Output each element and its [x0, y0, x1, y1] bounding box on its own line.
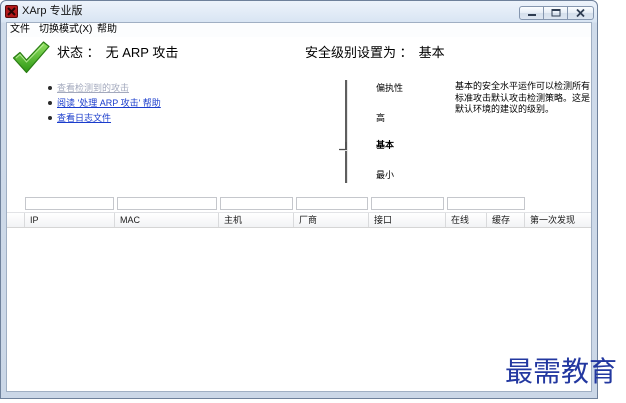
minimize-icon	[528, 14, 536, 16]
description-line: 默认环境的建议的级别。	[455, 104, 555, 114]
app-window: XArp 专业版 文件 切换模式(X) 帮助 状态 ： 无 ARP 攻击 安全级…	[0, 0, 598, 399]
filter-online-input[interactable]	[447, 197, 525, 210]
filter-vendor-input[interactable]	[296, 197, 368, 210]
link-item-view-log: 查看日志文件	[48, 112, 188, 124]
level-label-paranoid: 偏执性	[376, 83, 404, 93]
menu-switch-mode[interactable]: 切换模式(X)	[39, 24, 92, 36]
link-item-read-help: 阅读 '处理 ARP 攻击' 帮助	[48, 97, 188, 109]
maximize-icon	[551, 9, 561, 17]
column-header-select[interactable]	[7, 213, 25, 227]
watermark-text: 最需教育	[505, 355, 618, 388]
status-line: 状态 ： 无 ARP 攻击	[57, 45, 178, 61]
description-line: 基本的安全水平运作可以检测所有	[455, 81, 591, 91]
column-header-online[interactable]: 在线	[446, 213, 487, 227]
bullet-icon	[48, 101, 52, 105]
close-button[interactable]	[567, 6, 594, 20]
xarp-app-icon[interactable]	[5, 5, 18, 18]
menu-file[interactable]: 文件	[10, 24, 30, 36]
view-detected-attacks-link: 查看检测到的攻击	[57, 83, 130, 93]
column-header-vendor[interactable]: 厂商	[294, 213, 369, 227]
level-label-minimal: 最小	[376, 170, 395, 180]
security-level-description: 基本的安全水平运作可以检测所有 标准攻击默认攻击检测策略。这是 默认环境的建议的…	[455, 81, 591, 116]
checkmark-icon	[12, 41, 50, 74]
column-header-first-seen[interactable]: 第一次发现	[525, 213, 591, 227]
bullet-icon	[48, 116, 52, 120]
slider-thumb[interactable]	[338, 140, 352, 152]
maximize-button[interactable]	[543, 6, 568, 20]
security-level-line: 安全级别设置为 ： 基本	[305, 45, 445, 61]
security-level-label: 安全级别设置为 ：	[305, 45, 413, 60]
column-header-host[interactable]: 主机	[219, 213, 294, 227]
filter-mac-input[interactable]	[117, 197, 217, 210]
column-header-mac[interactable]: MAC	[115, 213, 219, 227]
window-title: XArp 专业版	[22, 5, 83, 17]
bullet-icon	[48, 86, 52, 90]
hosts-table-body[interactable]	[7, 228, 591, 391]
title-bar[interactable]: XArp 专业版	[1, 1, 597, 22]
menu-help[interactable]: 帮助	[97, 24, 117, 36]
minimize-button[interactable]	[519, 6, 544, 20]
link-item-view-attacks: 查看检测到的攻击	[48, 82, 188, 94]
column-header-interface[interactable]: 接口	[369, 213, 446, 227]
read-arp-help-link[interactable]: 阅读 '处理 ARP 攻击' 帮助	[57, 97, 161, 109]
level-label-high: 高	[376, 113, 386, 123]
status-value: 无 ARP 攻击	[105, 45, 179, 60]
status-label: 状态 ：	[57, 45, 100, 60]
view-log-file-link[interactable]: 查看日志文件	[57, 112, 111, 124]
security-level-value: 基本	[418, 45, 445, 60]
filter-ip-input[interactable]	[25, 197, 114, 210]
filter-interface-input[interactable]	[371, 197, 444, 210]
client-area: 文件 切换模式(X) 帮助 状态 ： 无 ARP 攻击 安全级别设置为 ： 基本 查…	[6, 22, 592, 392]
column-header-cache[interactable]: 缓存	[487, 213, 525, 227]
column-header-ip[interactable]: IP	[25, 213, 115, 227]
menu-bar: 文件 切换模式(X) 帮助	[7, 23, 591, 37]
level-label-basic: 基本	[376, 140, 395, 150]
filter-host-input[interactable]	[220, 197, 293, 210]
table-header: IP MAC 主机 厂商 接口 在线 缓存 第一次发现	[7, 212, 591, 228]
close-icon	[576, 8, 585, 18]
security-level-slider[interactable]	[345, 80, 347, 183]
description-line: 标准攻击默认攻击检测策略。这是	[455, 92, 591, 103]
